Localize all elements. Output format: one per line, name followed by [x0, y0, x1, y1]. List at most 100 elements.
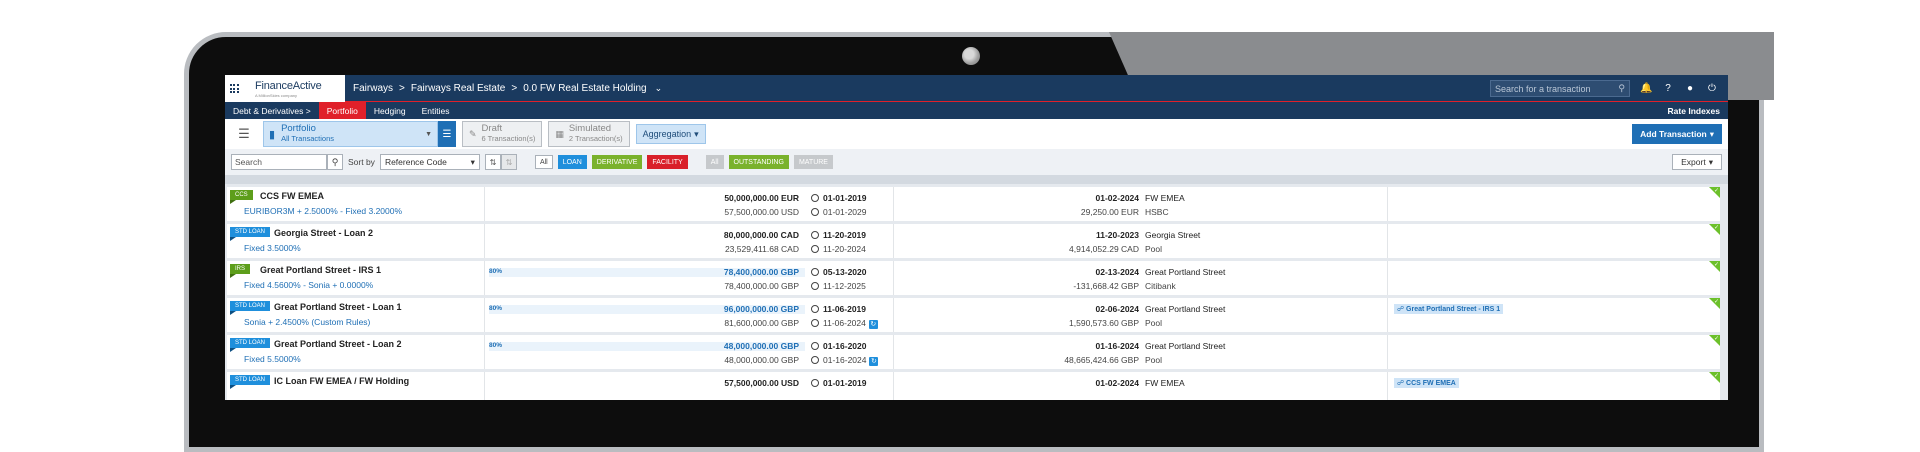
transaction-amounts: 50,000,000.00 EUR 57,500,000.00 USD — [485, 187, 807, 221]
search-icon[interactable]: ⚲ — [327, 154, 343, 170]
portfolio-subtitle: All Transactions — [281, 134, 335, 144]
transaction-amounts: 57,500,000.00 USD — [485, 372, 807, 400]
app-launcher[interactable] — [225, 75, 243, 102]
accent-line — [345, 101, 1728, 102]
search-icon[interactable]: ⚲ — [1618, 83, 1625, 94]
transaction-name[interactable]: CCS FW EMEA — [260, 191, 324, 201]
transaction-next: 02-13-2024 -131,668.42 GBP — [894, 261, 1142, 295]
app-screen: FinanceActive A MillionSkies company Fai… — [225, 75, 1728, 400]
transaction-name[interactable]: Georgia Street - Loan 2 — [274, 228, 373, 238]
lender: Pool — [1145, 244, 1163, 254]
transaction-row[interactable]: STD LOAN Great Portland Street - Loan 2 … — [227, 335, 1720, 369]
filter-type-derivative[interactable]: DERIVATIVE — [591, 155, 643, 169]
nav-label: Debt & Derivatives — [233, 105, 304, 116]
transaction-name[interactable]: Great Portland Street - Loan 2 — [274, 339, 402, 349]
transaction-info: STD LOAN IC Loan FW EMEA / FW Holding — [227, 372, 484, 400]
filter-type-all[interactable]: All — [534, 155, 553, 169]
transaction-type-badge: CCS — [230, 190, 253, 204]
lender: Pool — [1145, 318, 1163, 328]
search-input[interactable]: Search — [231, 154, 327, 170]
link-icon: ☍ — [1397, 306, 1407, 313]
clock-icon — [811, 319, 819, 327]
maturity-date: 11-12-2025↻ — [811, 281, 866, 291]
outstanding-amount: 81,600,000.00 GBP — [724, 318, 799, 328]
transaction-name[interactable]: IC Loan FW EMEA / FW Holding — [274, 376, 409, 386]
start-date: 11-06-2019 — [811, 304, 866, 314]
filter-type-loan[interactable]: LOAN — [557, 155, 587, 169]
link-icon: ☍ — [1397, 380, 1407, 387]
bell-icon[interactable]: 🔔 — [1640, 83, 1652, 94]
power-icon[interactable]: ⏻ — [1706, 83, 1718, 94]
filter-type-facility[interactable]: FACILITY — [647, 155, 688, 169]
lender: HSBC — [1145, 207, 1169, 217]
breadcrumb-item[interactable]: Fairways — [353, 83, 393, 94]
transaction-name[interactable]: Great Portland Street - IRS 1 — [260, 265, 381, 275]
transaction-dates: 05-13-2020 11-12-2025↻ — [807, 261, 893, 295]
next-payment-date: 02-13-2024 — [1095, 267, 1139, 277]
stack-icon[interactable]: ☰ — [231, 121, 257, 147]
borrower: Great Portland Street — [1145, 341, 1226, 351]
toolbar: ☰ ▮ Portfolio All Transactions ▼ ☰ ✎ Dra… — [225, 119, 1728, 149]
aggregation-dropdown[interactable]: Aggregation ▾ — [635, 124, 706, 144]
breadcrumb-item[interactable]: Fairways Real Estate — [411, 83, 505, 94]
transaction-row[interactable]: STD LOAN IC Loan FW EMEA / FW Holding 57… — [227, 372, 1720, 400]
transaction-row[interactable]: IRS Great Portland Street - IRS 1 Fixed … — [227, 261, 1720, 295]
transaction-links: ☍ — [1388, 187, 1720, 221]
nav-hedging[interactable]: Hedging — [366, 102, 414, 119]
maturity-date: 11-06-2024 ↻ — [811, 318, 878, 329]
initial-amount: 96,000,000.00 GBP — [723, 304, 799, 314]
logo[interactable]: FinanceActive A MillionSkies company — [243, 75, 345, 102]
filter-status-all[interactable]: All — [705, 155, 724, 169]
transaction-row[interactable]: STD LOAN Great Portland Street - Loan 1 … — [227, 298, 1720, 332]
refresh-icon[interactable]: ↻ — [868, 320, 878, 329]
transaction-name[interactable]: Great Portland Street - Loan 1 — [274, 302, 402, 312]
outstanding-amount: 23,529,411.68 CAD — [724, 244, 799, 254]
linked-transaction[interactable]: ☍ Great Portland Street - IRS 1 — [1394, 304, 1504, 314]
help-icon[interactable]: ? — [1662, 83, 1674, 94]
transaction-parties: FW EMEA — [1142, 372, 1387, 400]
simulated-button[interactable]: ▦ Simulated 2 Transaction(s) — [548, 121, 630, 147]
clock-icon — [811, 282, 819, 290]
draft-count: 6 Transaction(s) — [481, 134, 536, 144]
linked-transaction[interactable]: ☍ CCS FW EMEA — [1394, 378, 1459, 388]
transaction-type-badge: STD LOAN — [230, 375, 271, 389]
nav-rate-indexes[interactable]: Rate Indexes — [1668, 106, 1728, 116]
nav-debt-derivatives[interactable]: Debt & Derivatives > — [225, 102, 319, 119]
transaction-next: 01-16-2024 48,665,424.66 GBP — [894, 335, 1142, 369]
transaction-info: STD LOAN Great Portland Street - Loan 1 … — [227, 298, 484, 332]
transaction-links: ☍ — [1388, 261, 1720, 295]
breadcrumb-item[interactable]: 0.0 FW Real Estate Holding — [523, 83, 646, 94]
sort-ascending-icon[interactable]: ⇅ — [484, 154, 501, 170]
filter-status-mature[interactable]: MATURE — [793, 155, 833, 169]
transaction-rate: Sonia + 2.4500% (Custom Rules) — [244, 317, 371, 327]
export-button[interactable]: Export ▾ — [1672, 154, 1722, 170]
check-icon: ✓ — [1713, 225, 1719, 231]
draft-button[interactable]: ✎ Draft 6 Transaction(s) — [462, 121, 543, 147]
start-date: 01-01-2019 — [811, 378, 866, 388]
user-icon[interactable]: ● — [1684, 83, 1696, 94]
filter-status-outstanding[interactable]: OUTSTANDING — [728, 155, 789, 169]
transaction-row[interactable]: CCS CCS FW EMEA EURIBOR3M + 2.5000% - Fi… — [227, 187, 1720, 221]
start-date: 01-01-2019 — [811, 193, 866, 203]
add-transaction-button[interactable]: Add Transaction ▾ — [1632, 124, 1722, 144]
nav-portfolio[interactable]: Portfolio — [318, 102, 366, 119]
nav-entities[interactable]: Entities — [414, 102, 458, 119]
initial-amount: 48,000,000.00 GBP — [723, 341, 799, 351]
filter-bar: Search ⚲ Sort by Reference Code ▾ ⇅ ⇅ Al… — [225, 149, 1728, 175]
transaction-links: ☍ — [1388, 224, 1720, 258]
transaction-row[interactable]: STD LOAN Georgia Street - Loan 2 Fixed 3… — [227, 224, 1720, 258]
transaction-rate: EURIBOR3M + 2.5000% - Fixed 3.2000% — [244, 206, 403, 216]
transaction-next: 11-20-2023 4,914,052.29 CAD — [894, 224, 1142, 258]
clock-icon — [811, 379, 819, 387]
refresh-icon[interactable]: ↻ — [869, 357, 879, 366]
portfolio-selector[interactable]: ▮ Portfolio All Transactions ▼ — [263, 121, 438, 147]
maturity-date: 11-20-2024↻ — [811, 244, 866, 254]
clock-icon — [811, 194, 819, 202]
transaction-links: ☍ CCS FW EMEA — [1388, 372, 1720, 400]
sort-select[interactable]: Reference Code ▾ — [379, 154, 480, 170]
transaction-search-input[interactable]: Search for a transaction ⚲ — [1490, 80, 1630, 97]
check-icon: ✓ — [1713, 336, 1719, 342]
chevron-down-icon[interactable]: ⌄ — [655, 83, 663, 94]
sort-descending-icon[interactable]: ⇅ — [500, 154, 517, 170]
menu-icon[interactable]: ☰ — [438, 121, 456, 147]
